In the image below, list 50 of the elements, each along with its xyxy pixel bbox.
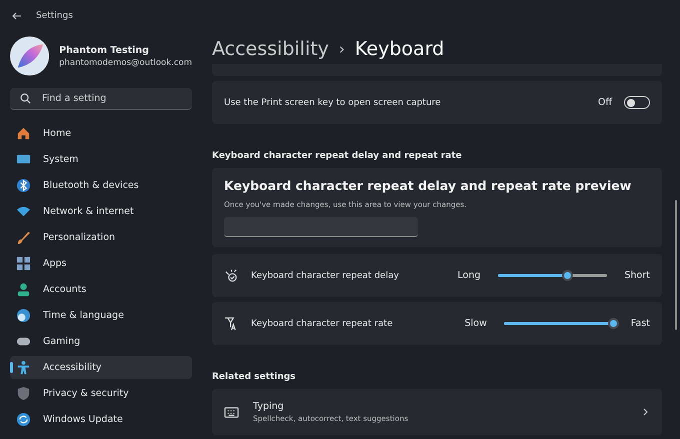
slider-min-label: Long (458, 270, 480, 281)
avatar (10, 36, 50, 76)
setting-label: Use the Print screen key to open screen capture (224, 98, 442, 108)
nav-item[interactable]: System (10, 148, 192, 171)
nav-item[interactable]: Network & internet (10, 200, 192, 223)
back-icon[interactable] (12, 11, 22, 21)
nav-item[interactable]: Apps (10, 252, 192, 275)
scrollbar[interactable] (675, 200, 677, 330)
person-icon (16, 282, 31, 297)
delay-icon (224, 268, 239, 283)
chevron-icon (642, 408, 650, 416)
toggle-state: Off (598, 97, 612, 108)
breadcrumb-separator: › (338, 40, 345, 58)
slider-min-label: Slow (464, 318, 487, 329)
slider-label: Keyboard character repeat rate (251, 318, 394, 328)
search-field[interactable]: Find a setting (10, 88, 192, 110)
slider-label: Keyboard character repeat delay (251, 270, 400, 280)
nav-item[interactable]: Accessibility (10, 356, 192, 379)
nav-item[interactable]: Time & language (10, 304, 192, 327)
wifi-icon (16, 204, 31, 219)
apps-icon (16, 256, 31, 271)
keyboard-icon (224, 404, 239, 420)
link-title: Typing (253, 401, 285, 412)
breadcrumb-link[interactable]: Accessibility (212, 38, 329, 60)
page-title: Keyboard (354, 38, 444, 60)
account-email: phantomodemos@outlook.com (59, 58, 192, 68)
section-heading: Keyboard character repeat delay and repeat rate (212, 151, 463, 161)
nav-item[interactable]: Bluetooth & devices (10, 174, 192, 197)
slider-max-label: Short (624, 270, 650, 281)
shield-icon (16, 386, 31, 401)
nav-item[interactable]: Gaming (10, 330, 192, 353)
preview-title: Keyboard character repeat delay and repeat rate preview (224, 178, 632, 193)
home-icon (16, 126, 31, 141)
update-icon (16, 412, 31, 427)
search-icon (20, 93, 31, 104)
section-heading: Related settings (212, 372, 297, 382)
nav-item[interactable]: Personalization (10, 226, 192, 249)
window-title: Settings (36, 11, 73, 21)
toggle-switch[interactable] (624, 96, 650, 109)
preview-input-field[interactable] (224, 217, 418, 237)
nav-item[interactable]: Windows Update (10, 408, 192, 431)
nav-item[interactable]: Home (10, 122, 192, 145)
account-name: Phantom Testing (59, 44, 150, 56)
slider-max-label: Fast (630, 318, 650, 329)
brush-icon (16, 230, 31, 245)
nav-item[interactable]: Accounts (10, 278, 192, 301)
bluetooth-icon (16, 178, 31, 193)
accessibility-icon (16, 360, 31, 375)
nav-item[interactable]: Privacy & security (10, 382, 192, 405)
globe-clock-icon (16, 308, 31, 323)
